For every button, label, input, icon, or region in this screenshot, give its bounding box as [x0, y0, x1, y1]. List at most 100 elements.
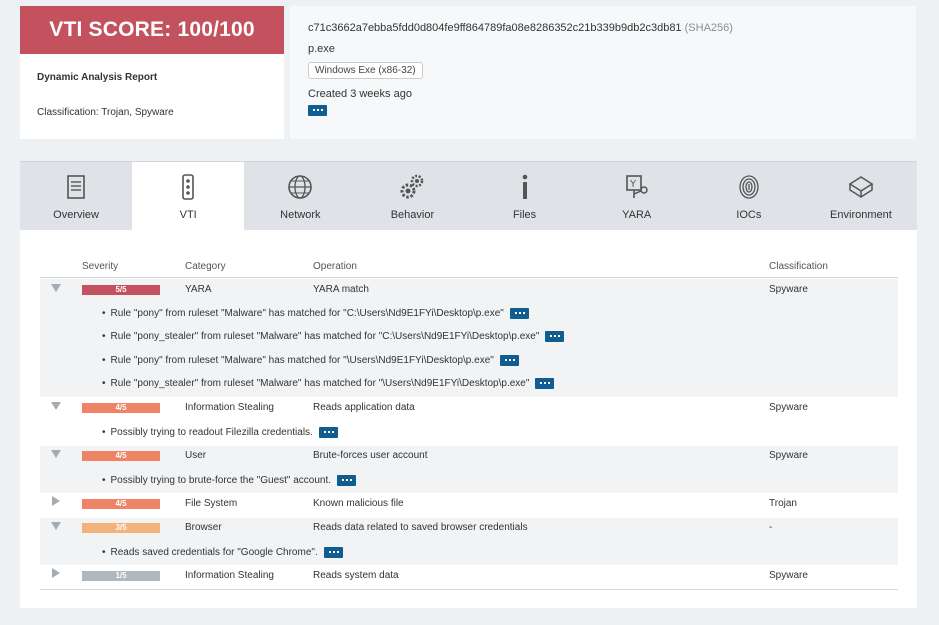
detail-more-button[interactable]: [318, 427, 338, 438]
row-operation: Reads system data: [313, 570, 399, 581]
table-row-group: 1/5 Information Stealing Reads system da…: [40, 566, 898, 590]
column-operation[interactable]: Operation: [313, 261, 357, 272]
vti-panel: Severity Category Operation Classificati…: [20, 230, 917, 608]
row-category: File System: [185, 498, 238, 509]
tab-label: Overview: [53, 209, 99, 221]
collapse-toggle[interactable]: [51, 450, 61, 458]
table-row[interactable]: 3/5 Browser Reads data related to saved …: [40, 518, 898, 540]
file-hash-line: c71c3662a7ebba5fdd0d804fe9ff864789fa08e8…: [308, 22, 898, 34]
severity-bar: 4/5: [82, 451, 160, 461]
file-created: Created 3 weeks ago: [308, 88, 412, 100]
detail-more-button[interactable]: [337, 475, 357, 486]
severity-bar: 1/5: [82, 571, 160, 581]
tab-label: VTI: [179, 209, 197, 221]
table-row-group: 4/5 User Brute-forces user account Spywa…: [40, 446, 898, 493]
traffic-light-icon: [173, 172, 203, 202]
detail-text: Possibly trying to brute-force the "Gues…: [110, 475, 332, 487]
classification-summary: Classification: Trojan, Spyware: [37, 107, 174, 118]
row-classification: Spyware: [769, 402, 808, 413]
tab-iocs[interactable]: IOCs: [693, 162, 805, 230]
detail-more-button[interactable]: [545, 331, 565, 342]
detail-item: Possibly trying to readout Filezilla cre…: [102, 427, 338, 438]
table-row[interactable]: 4/5 File System Known malicious file Tro…: [40, 494, 898, 516]
detail-more-button[interactable]: [509, 308, 529, 319]
collapse-toggle[interactable]: [51, 522, 61, 530]
detail-more-button[interactable]: [323, 547, 343, 558]
row-category: Information Stealing: [185, 402, 274, 413]
detail-item: Possibly trying to brute-force the "Gues…: [102, 475, 357, 487]
severity-bar: 3/5: [82, 523, 160, 533]
row-classification: Spyware: [769, 450, 808, 461]
detail-item: Reads saved credentials for "Google Chro…: [102, 547, 343, 558]
report-title: Dynamic Analysis Report: [37, 72, 158, 83]
row-operation: Known malicious file: [313, 498, 404, 509]
detail-text: Reads saved credentials for "Google Chro…: [110, 547, 318, 559]
table-row-group: 4/5 File System Known malicious file Tro…: [40, 494, 898, 517]
document-icon: [61, 172, 91, 202]
severity-bar: 4/5: [82, 499, 160, 509]
row-classification: Spyware: [769, 570, 808, 581]
row-category: YARA: [185, 284, 212, 295]
severity-bar: 5/5: [82, 285, 160, 295]
tab-label: YARA: [622, 209, 652, 221]
tab-label: Behavior: [390, 209, 435, 221]
row-operation: Reads application data: [313, 402, 415, 413]
vti-score-banner: VTI SCORE: 100/100: [20, 6, 284, 54]
table-header: Severity Category Operation Classificati…: [40, 258, 898, 278]
column-category[interactable]: Category: [185, 261, 226, 272]
tab-label: IOCs: [736, 209, 762, 221]
detail-text: Rule "pony" from ruleset "Malware" has m…: [110, 355, 494, 367]
tab-behavior[interactable]: Behavior: [356, 162, 468, 230]
tab-vti[interactable]: VTI: [132, 162, 245, 230]
row-classification: -: [769, 522, 773, 533]
report-tabs: Overview VTI Network Behavior Files Y YA…: [20, 161, 917, 230]
tab-label: Files: [512, 209, 537, 221]
table-row[interactable]: 4/5 Information Stealing Reads applicati…: [40, 398, 898, 420]
info-icon: [510, 172, 540, 202]
detail-text: Rule "pony" from ruleset "Malware" has m…: [110, 308, 504, 320]
table-row[interactable]: 1/5 Information Stealing Reads system da…: [40, 566, 898, 588]
row-operation: YARA match: [313, 284, 369, 295]
hash-type: (SHA256): [684, 22, 733, 34]
detail-item: Rule "pony" from ruleset "Malware" has m…: [102, 308, 529, 319]
tab-network[interactable]: Network: [244, 162, 356, 230]
column-classification[interactable]: Classification: [769, 261, 828, 272]
tab-overview[interactable]: Overview: [20, 162, 132, 230]
tab-yara[interactable]: Y YARA: [581, 162, 693, 230]
vti-score-card: VTI SCORE: 100/100 Dynamic Analysis Repo…: [20, 6, 284, 139]
table-row[interactable]: 4/5 User Brute-forces user account Spywa…: [40, 446, 898, 468]
file-hash[interactable]: c71c3662a7ebba5fdd0d804fe9ff864789fa08e8…: [308, 22, 682, 34]
tab-environment[interactable]: Environment: [805, 162, 917, 230]
row-operation: Brute-forces user account: [313, 450, 428, 461]
row-classification: Trojan: [769, 498, 797, 509]
detail-text: Rule "pony_stealer" from ruleset "Malwar…: [110, 378, 530, 390]
detail-text: Possibly trying to readout Filezilla cre…: [110, 427, 313, 439]
table-row-group: 4/5 Information Stealing Reads applicati…: [40, 398, 898, 445]
file-more-button[interactable]: [308, 105, 327, 116]
file-name: p.exe: [308, 43, 335, 55]
detail-text: Rule "pony_stealer" from ruleset "Malwar…: [110, 331, 540, 343]
yara-icon: Y: [622, 172, 652, 202]
severity-bar: 4/5: [82, 403, 160, 413]
detail-item: Rule "pony" from ruleset "Malware" has m…: [102, 355, 519, 366]
collapse-toggle[interactable]: [51, 284, 61, 292]
globe-icon: [285, 172, 315, 202]
tab-label: Network: [280, 209, 321, 221]
row-category: Information Stealing: [185, 570, 274, 581]
cube-icon: [846, 172, 876, 202]
column-severity[interactable]: Severity: [82, 261, 118, 272]
expand-toggle[interactable]: [52, 496, 60, 506]
gears-icon: [397, 172, 427, 202]
tab-label: Environment: [830, 209, 892, 221]
table-row[interactable]: 5/5 YARA YARA match Spyware: [40, 280, 898, 302]
detail-more-button[interactable]: [499, 355, 519, 366]
collapse-toggle[interactable]: [51, 402, 61, 410]
fingerprint-icon: [734, 172, 764, 202]
tab-files[interactable]: Files: [469, 162, 581, 230]
table-row-group: 5/5 YARA YARA match Spyware Rule "pony" …: [40, 279, 898, 397]
row-category: Browser: [185, 522, 222, 533]
svg-text:Y: Y: [629, 179, 637, 190]
detail-more-button[interactable]: [535, 378, 555, 389]
expand-toggle[interactable]: [52, 568, 60, 578]
table-row-group: 3/5 Browser Reads data related to saved …: [40, 518, 898, 565]
